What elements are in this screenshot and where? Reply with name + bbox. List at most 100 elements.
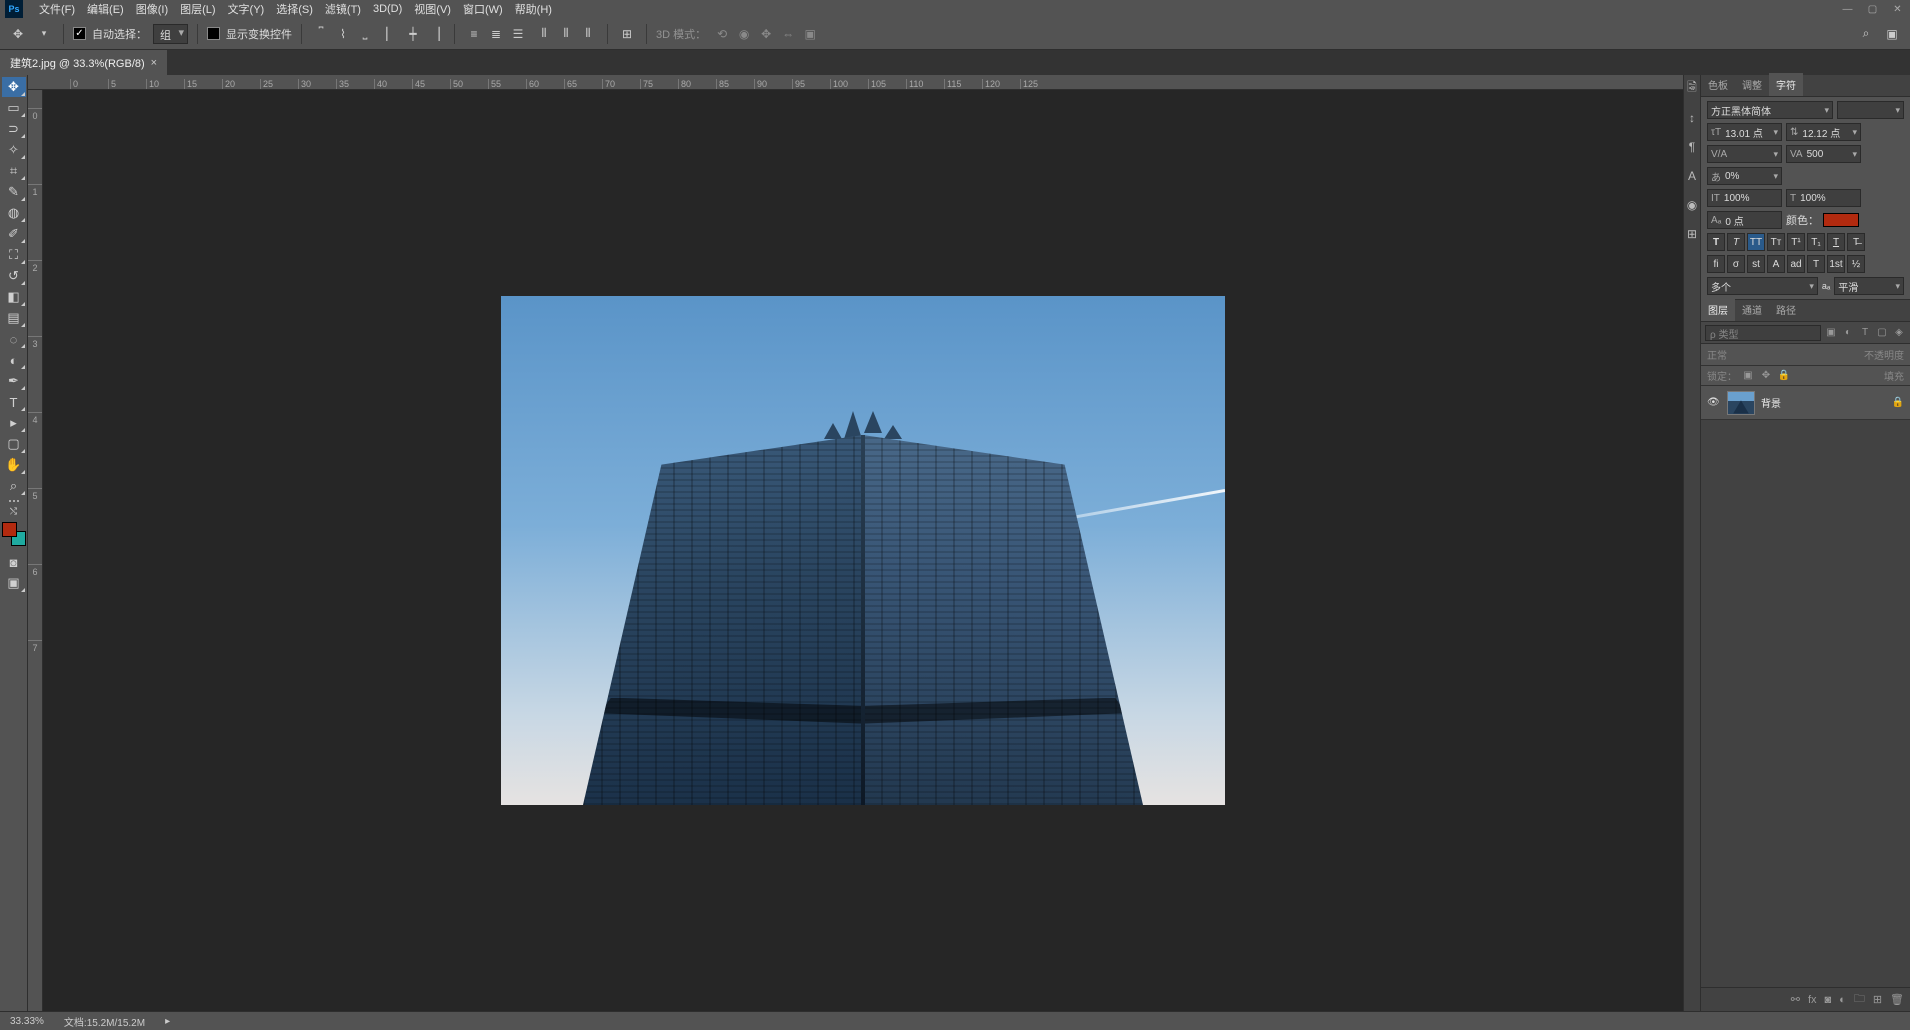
new-layer-icon[interactable]: ⊞ <box>1873 993 1882 1006</box>
visibility-icon[interactable]: 👁 <box>1707 397 1721 408</box>
auto-align-icon[interactable]: ⊞ <box>617 24 637 44</box>
smallcaps-button[interactable]: Tᴛ <box>1767 233 1785 251</box>
ruler-horizontal[interactable]: 0510152025303540455055606570758085909510… <box>28 75 1683 90</box>
ot-1[interactable]: fi <box>1707 255 1725 273</box>
menu-file[interactable]: 文件(F) <box>33 0 81 19</box>
allcaps-button[interactable]: TT <box>1747 233 1765 251</box>
dist-bottom-icon[interactable]: ☰ <box>508 24 528 44</box>
tracking-field[interactable]: VA500▾ <box>1786 145 1861 163</box>
baseline-field[interactable]: Aₐ0 点 <box>1707 211 1782 229</box>
color-swatches[interactable] <box>2 522 26 546</box>
layer-fx-icon[interactable]: fx <box>1808 994 1817 1006</box>
menu-image[interactable]: 图像(I) <box>130 0 174 19</box>
font-family-dropdown[interactable]: 方正黑体简体▾ <box>1707 101 1833 119</box>
antialias-dropdown[interactable]: 平滑▾ <box>1834 277 1904 295</box>
document-canvas[interactable] <box>501 296 1225 805</box>
vscale-field[interactable]: IT100% <box>1707 189 1782 207</box>
lock-pixels-icon[interactable]: ▣ <box>1741 369 1755 383</box>
magic-wand-tool[interactable]: ✧ <box>2 140 26 160</box>
dist-right-icon[interactable]: ⦀ <box>578 24 598 44</box>
layer-row[interactable]: 👁 背景 🔒 <box>1701 386 1910 420</box>
clone-stamp-tool[interactable]: ⛶ <box>2 245 26 265</box>
panel-icon-4[interactable]: A <box>1685 168 1700 183</box>
pen-tool[interactable]: ✒ <box>2 371 26 391</box>
lock-position-icon[interactable]: ✥ <box>1759 369 1773 383</box>
hand-tool[interactable]: ✋ <box>2 455 26 475</box>
maximize-icon[interactable]: ▢ <box>1860 2 1885 17</box>
search-icon[interactable]: ⌕ <box>1856 24 1876 44</box>
tab-layers[interactable]: 图层 <box>1701 298 1735 321</box>
layer-mask-icon[interactable]: ◙ <box>1825 994 1832 1006</box>
zoom-tool[interactable]: ⌕ <box>2 476 26 496</box>
hscale-field[interactable]: T100% <box>1786 189 1861 207</box>
kerning-field[interactable]: V/A▾ <box>1707 145 1782 163</box>
dist-vcenter-icon[interactable]: ≣ <box>486 24 506 44</box>
swap-colors-icon[interactable]: ⤭ <box>2 505 26 517</box>
leading-field[interactable]: ⇅12.12 点▾ <box>1786 123 1861 141</box>
menu-help[interactable]: 帮助(H) <box>509 0 558 19</box>
panel-icon-3[interactable]: ¶ <box>1685 139 1700 154</box>
close-icon[interactable]: ✕ <box>1885 2 1910 17</box>
show-transform-checkbox[interactable] <box>207 27 220 40</box>
panel-icon-1[interactable]: 🗟 <box>1685 81 1700 96</box>
screen-mode-tool[interactable]: ▣ <box>2 573 26 593</box>
font-size-field[interactable]: τT13.01 点▾ <box>1707 123 1782 141</box>
document-size[interactable]: 文档:15.2M/15.2M <box>64 1014 145 1029</box>
delete-layer-icon[interactable]: 🗑 <box>1890 993 1904 1006</box>
tool-edit-icon[interactable] <box>2 500 26 502</box>
foreground-color[interactable] <box>2 522 17 537</box>
underline-button[interactable]: T <box>1827 233 1845 251</box>
gradient-tool[interactable]: ▤ <box>2 308 26 328</box>
align-hcenter-icon[interactable]: ┿ <box>403 24 423 44</box>
layer-name[interactable]: 背景 <box>1761 395 1886 410</box>
menu-type[interactable]: 文字(Y) <box>222 0 271 19</box>
ot-4[interactable]: A <box>1767 255 1785 273</box>
move-tool[interactable]: ✥ <box>2 77 26 97</box>
blur-tool[interactable]: ◌ <box>2 329 26 349</box>
crop-tool[interactable]: ⌗ <box>2 161 26 181</box>
tab-adjustments[interactable]: 调整 <box>1735 73 1769 96</box>
menu-layer[interactable]: 图层(L) <box>174 0 221 19</box>
eyedropper-tool[interactable]: ✎ <box>2 182 26 202</box>
menu-3d[interactable]: 3D(D) <box>367 1 408 17</box>
type-tool[interactable]: T <box>2 392 26 412</box>
path-select-tool[interactable]: ▸ <box>2 413 26 433</box>
dist-left-icon[interactable]: ⦀ <box>534 24 554 44</box>
panel-icon-6[interactable]: ⊞ <box>1685 226 1700 241</box>
menu-edit[interactable]: 编辑(E) <box>81 0 130 19</box>
move-tool-indicator-icon[interactable]: ✥ <box>8 24 28 44</box>
document-tab[interactable]: 建筑2.jpg @ 33.3%(RGB/8) × <box>0 50 167 75</box>
align-right-icon[interactable]: ▕ <box>425 24 445 44</box>
scale-field[interactable]: あ0%▾ <box>1707 167 1782 185</box>
filter-smart-icon[interactable]: ◈ <box>1892 326 1906 340</box>
rectangle-tool[interactable]: ▢ <box>2 434 26 454</box>
panel-icon-5[interactable]: ◉ <box>1685 197 1700 212</box>
eraser-tool[interactable]: ◧ <box>2 287 26 307</box>
strikethrough-button[interactable]: T̶ <box>1847 233 1865 251</box>
brush-tool[interactable]: ✐ <box>2 224 26 244</box>
align-bottom-icon[interactable]: ⎵ <box>355 24 375 44</box>
ruler-vertical[interactable]: 01234567 <box>28 90 43 1011</box>
filter-type-icon[interactable]: T <box>1858 326 1872 340</box>
lock-all-icon[interactable]: 🔒 <box>1777 369 1791 383</box>
superscript-button[interactable]: T¹ <box>1787 233 1805 251</box>
status-chevron-icon[interactable]: ▸ <box>165 1016 170 1027</box>
lasso-tool[interactable]: ⊃ <box>2 119 26 139</box>
filter-shape-icon[interactable]: ▢ <box>1875 326 1889 340</box>
language-dropdown[interactable]: 多个▾ <box>1707 277 1818 295</box>
layer-filter-dropdown[interactable]: ρ 类型 <box>1705 325 1821 341</box>
align-top-icon[interactable]: ⎴ <box>311 24 331 44</box>
workspace-icon[interactable]: ▣ <box>1882 24 1902 44</box>
tab-close-icon[interactable]: × <box>151 57 157 69</box>
dodge-tool[interactable]: ◐ <box>2 350 26 370</box>
ot-2[interactable]: σ <box>1727 255 1745 273</box>
subscript-button[interactable]: T₁ <box>1807 233 1825 251</box>
blend-mode-dropdown[interactable]: 正常 <box>1707 347 1727 362</box>
dist-top-icon[interactable]: ≡ <box>464 24 484 44</box>
canvas-area[interactable] <box>43 90 1683 1011</box>
minimize-icon[interactable]: — <box>1835 2 1860 17</box>
auto-select-checkbox[interactable] <box>73 27 86 40</box>
font-style-dropdown[interactable]: ▾ <box>1837 101 1904 119</box>
menu-window[interactable]: 窗口(W) <box>457 0 509 19</box>
ot-8[interactable]: ½ <box>1847 255 1865 273</box>
